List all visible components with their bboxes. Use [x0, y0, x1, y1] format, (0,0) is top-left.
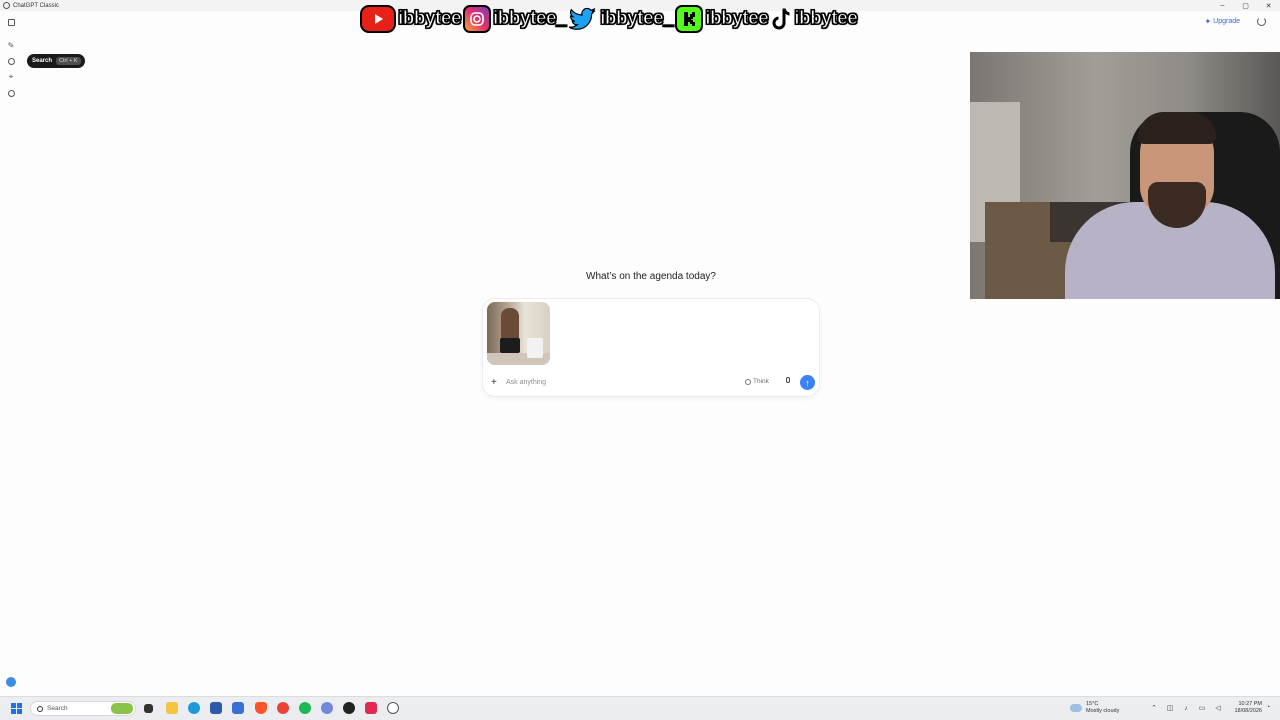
- monitor-icon[interactable]: ▭: [1198, 704, 1206, 712]
- add-attachment-button[interactable]: +: [491, 377, 497, 388]
- image-attachment[interactable]: [487, 302, 550, 365]
- notification-bell-icon[interactable]: ◔: [1266, 704, 1270, 711]
- file-explorer-icon[interactable]: [166, 702, 178, 714]
- taskbar-search[interactable]: Search: [30, 701, 136, 716]
- windows-start-button[interactable]: [11, 703, 22, 714]
- social-handle: ibbytee: [397, 8, 462, 30]
- microphone-icon[interactable]: [785, 377, 791, 386]
- taskbar: Search 15°C Mostly cloudy ⌃ ◫ ♪ ▭ ◁ 10:2…: [0, 696, 1280, 720]
- microphone-icon[interactable]: ♪: [1182, 704, 1190, 712]
- clock-time: 10:27 PM: [1238, 701, 1262, 707]
- maximize-button[interactable]: ▢: [1234, 0, 1257, 11]
- composer: + Ask anything Think ↑: [483, 299, 819, 396]
- weather-widget[interactable]: 15°C Mostly cloudy: [1070, 701, 1119, 715]
- window-controls: – ▢ ✕: [1211, 0, 1280, 11]
- upgrade-label: Upgrade: [1213, 18, 1240, 25]
- chatgpt-app-icon[interactable]: [387, 702, 399, 714]
- close-window-button[interactable]: ✕: [1257, 0, 1280, 11]
- system-tray: ⌃ ◫ ♪ ▭ ◁: [1150, 704, 1230, 713]
- search-icon: [37, 705, 43, 712]
- social-kick: ibbytee: [675, 5, 770, 33]
- youtube-icon: [360, 5, 396, 33]
- webcam-overlay: [970, 52, 1280, 299]
- tiktok-app-icon[interactable]: [365, 702, 377, 714]
- window-title: ChatGPT Classic: [13, 2, 59, 9]
- lightbulb-icon: [745, 378, 751, 385]
- chrome-icon[interactable]: [277, 702, 289, 714]
- kick-icon: [675, 5, 704, 33]
- upgrade-button[interactable]: ✦ Upgrade: [1204, 17, 1240, 26]
- store-icon[interactable]: [210, 702, 222, 714]
- social-handle: ibbytee_: [600, 8, 675, 30]
- instagram-icon: [463, 5, 492, 33]
- send-button[interactable]: ↑: [800, 375, 815, 390]
- think-label: Think: [753, 378, 769, 385]
- tiktok-icon: [770, 5, 792, 33]
- new-chat-icon[interactable]: ✎: [6, 40, 16, 50]
- taskbar-search-label: Search: [47, 705, 68, 712]
- pin-icon[interactable]: ⌖: [6, 72, 16, 82]
- social-instagram: ibbytee_: [463, 5, 568, 33]
- clock-date: 18/08/2026: [1234, 708, 1262, 714]
- twitter-icon: [568, 5, 598, 33]
- tooltip-label: Search: [32, 58, 53, 64]
- spotify-icon[interactable]: [299, 702, 311, 714]
- obs-icon[interactable]: [343, 702, 355, 714]
- cloud-icon: [1070, 704, 1082, 712]
- minimize-button[interactable]: –: [1211, 0, 1234, 11]
- weather-desc: Mostly cloudy: [1086, 708, 1120, 714]
- social-handle: ibbytee: [794, 8, 859, 30]
- brave-icon[interactable]: [255, 702, 267, 714]
- think-button[interactable]: Think: [745, 378, 769, 385]
- profile-avatar[interactable]: [6, 677, 16, 687]
- tooltip-shortcut: Ctrl + K: [56, 57, 81, 65]
- social-handle: ibbytee: [705, 8, 770, 30]
- screen: ChatGPT Classic – ▢ ✕ ibbytee ibbytee_ i…: [0, 0, 1280, 720]
- mail-icon[interactable]: [232, 702, 244, 714]
- edge-icon[interactable]: [188, 702, 200, 714]
- search-tooltip: Search Ctrl + K: [27, 54, 85, 68]
- sidebar: ✎ ⌖: [0, 11, 24, 695]
- volume-icon[interactable]: ◁: [1214, 704, 1222, 712]
- social-handle: ibbytee_: [493, 8, 568, 30]
- sparkle-icon: ✦: [1204, 17, 1212, 26]
- refresh-icon[interactable]: [1257, 17, 1266, 26]
- stream-social-banner: ibbytee ibbytee_ ibbytee_ ibbytee ibbyte…: [360, 4, 859, 34]
- chatgpt-logo-icon: [3, 2, 10, 9]
- search-highlight-icon: [111, 703, 133, 714]
- weather-temp: 15°C: [1086, 701, 1099, 707]
- discord-icon[interactable]: [321, 702, 333, 714]
- social-youtube: ibbytee: [360, 5, 462, 33]
- social-twitter: ibbytee_: [568, 5, 675, 33]
- chat-bubble-icon[interactable]: [6, 88, 16, 98]
- clock[interactable]: 10:27 PM 18/08/2026: [1226, 701, 1262, 715]
- chevron-up-icon[interactable]: ⌃: [1150, 704, 1158, 712]
- task-view-icon[interactable]: [144, 704, 153, 713]
- search-icon[interactable]: [6, 56, 16, 66]
- tray-app-icon[interactable]: ◫: [1166, 704, 1174, 712]
- social-tiktok: ibbytee: [770, 5, 859, 33]
- prompt-input[interactable]: Ask anything: [506, 379, 546, 386]
- toggle-sidebar-icon[interactable]: [6, 17, 16, 27]
